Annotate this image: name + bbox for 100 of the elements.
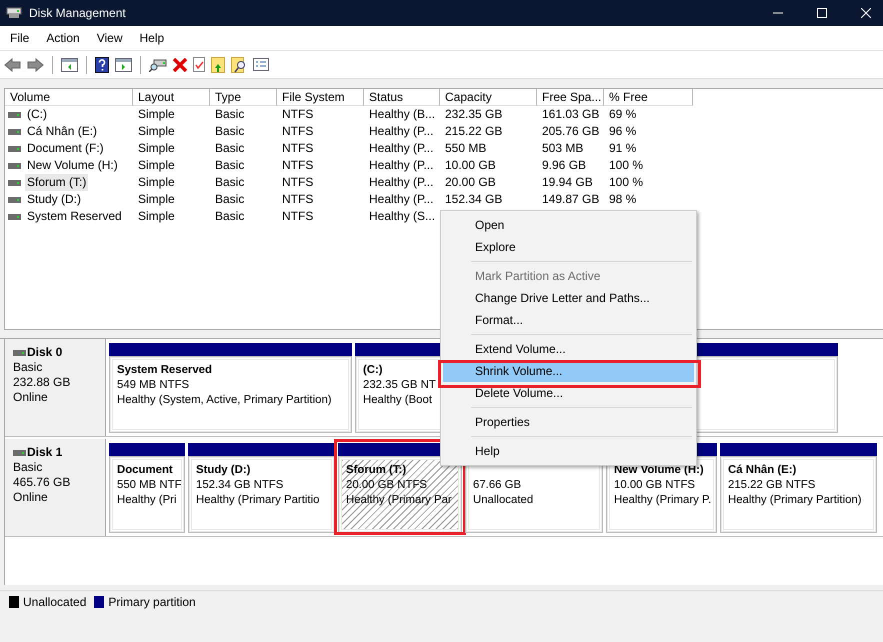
menu-item[interactable]: File [3,31,36,45]
maximize-icon[interactable] [817,8,827,18]
partition-size: 549 MB NTFS [117,378,190,393]
drive-name[interactable]: Cá Nhân (E:) [25,123,100,140]
partition-status: Healthy (System, Active, Primary Partition) [117,393,332,408]
drive-name[interactable]: Document (F:) [25,140,106,157]
partition-title: (C:) [363,363,383,378]
drive-name[interactable]: System Reserved [25,208,124,225]
menu-item[interactable]: Delete Volume... [443,382,694,404]
partition-block[interactable]: Document 550 MB NTF Healthy (Pri [109,456,185,533]
disk-label-panel[interactable]: Disk 1 Basic 465.76 GB Online [5,439,106,536]
table-cell-text: 550 MB [444,140,488,157]
drive-icon [8,128,21,134]
delete-icon[interactable] [173,58,187,72]
column-header[interactable]: Layout [133,89,210,106]
table-cell-text: NTFS [281,123,314,140]
partition-title: Cá Nhân (E:) [728,463,796,478]
table-cell-text: 10.00 GB [444,157,497,174]
table-cell-text: NTFS [281,191,314,208]
table-cell-text: Healthy (P... [368,174,434,191]
table-cell-text: Healthy (P... [368,123,434,140]
drive-icon [8,196,21,202]
drive-name[interactable]: Sforum (T:) [25,174,88,191]
table-cell-text: 98 % [608,191,638,208]
menu-item[interactable]: Explore [443,236,694,258]
table-cell-text: Healthy (B... [368,106,436,123]
close-icon[interactable] [861,8,871,18]
disk-label-panel[interactable]: Disk 0 Basic 232.88 GB Online [5,339,106,436]
partition-status: Healthy (Pri [117,493,177,508]
disk-type: Basic [13,460,44,475]
help-icon[interactable] [95,56,109,72]
drive-icon [8,112,21,118]
column-header[interactable]: Capacity [440,89,537,106]
table-cell-text: NTFS [281,208,314,225]
back-arrow-icon[interactable] [4,58,21,72]
table-cell-text: 152.34 GB [444,191,504,208]
table-cell-text: 149.87 GB [541,191,600,208]
table-cell-text: NTFS [281,157,314,174]
partition-block[interactable]: Cá Nhân (E:) 215.22 GB NTFS Healthy (Primary Partition) [720,456,877,533]
partition-block[interactable]: Sforum (T:) 20.00 GB NTFS Healthy (Primary Par [338,456,462,533]
drive-name[interactable]: (C:) [25,106,49,123]
partition-block[interactable]: Study (D:) 152.34 GB NTFS Healthy (Primary Partitio [188,456,335,533]
table-cell-text: 9.96 GB [541,157,588,174]
column-header[interactable]: Status [364,89,440,106]
folder-search-icon[interactable] [231,56,247,72]
panel-icon[interactable] [115,58,132,72]
drive-icon [13,350,26,356]
partition-size: 550 MB NTF [117,478,182,493]
column-header[interactable]: Type [210,89,277,106]
table-cell-text: 100 % [608,174,644,191]
partition-status: Healthy (Primary Par [346,493,452,508]
partition-status: Healthy (Primary Partition) [728,493,862,508]
table-cell-text: Healthy (S... [368,208,436,225]
column-header[interactable]: Volume [5,89,133,106]
panel-icon[interactable] [61,58,78,72]
folder-up-icon[interactable] [211,56,225,72]
disk-status: Online [13,390,49,405]
checklist-icon[interactable] [193,57,205,72]
column-header[interactable]: File System [277,89,364,106]
list-icon[interactable] [253,58,269,71]
forward-arrow-icon[interactable] [27,58,44,72]
table-cell-text: 20.00 GB [444,174,497,191]
table-cell-text: 96 % [608,123,638,140]
menu-item[interactable]: Extend Volume... [443,338,694,360]
partition-size: 232.35 GB NT [363,378,436,393]
table-cell-text: Basic [214,106,246,123]
table-cell-text: Basic [214,174,246,191]
table-cell-text: 503 MB [541,140,584,157]
menu-item[interactable]: Open [443,214,694,236]
table-cell-text: Basic [214,157,246,174]
menu-item[interactable]: Properties [443,411,694,433]
table-cell-text: Simple [137,208,176,225]
drive-icon [8,162,21,168]
drive-icon [8,214,21,220]
menu-item[interactable]: Help [132,31,172,45]
column-header[interactable]: % Free [604,89,693,106]
drive-icon [13,450,26,456]
menu-item[interactable]: View [90,31,130,45]
menu-item[interactable]: Action [39,31,87,45]
table-cell-text: NTFS [281,174,314,191]
partition-size: 152.34 GB NTFS [196,478,284,493]
table-cell-text: NTFS [281,140,314,157]
table-cell-text: Healthy (P... [368,157,434,174]
partition-title: Sforum (T:) [346,463,406,478]
drive-name[interactable]: Study (D:) [25,191,84,208]
column-header[interactable]: Free Spa... [537,89,604,106]
window-title: Disk Management [29,6,126,20]
menu-item[interactable]: Format... [443,309,694,331]
drive-search-icon[interactable] [149,58,167,72]
table-cell-text: Basic [214,123,246,140]
disk-drive-icon [6,6,22,20]
partition-size: 10.00 GB NTFS [614,478,696,493]
table-cell-text: 19.94 GB [541,174,594,191]
disk-type: Basic [13,360,44,375]
drive-name[interactable]: New Volume (H:) [25,157,120,174]
disk-size: 232.88 GB [13,375,72,390]
partition-status: Healthy (Primary P. [614,493,712,508]
partition-block[interactable]: System Reserved 549 MB NTFS Healthy (System, Active, Primary Partition) [109,356,352,433]
menu-item[interactable]: Change Drive Letter and Paths... [443,287,694,309]
table-cell-text: Basic [214,208,246,225]
